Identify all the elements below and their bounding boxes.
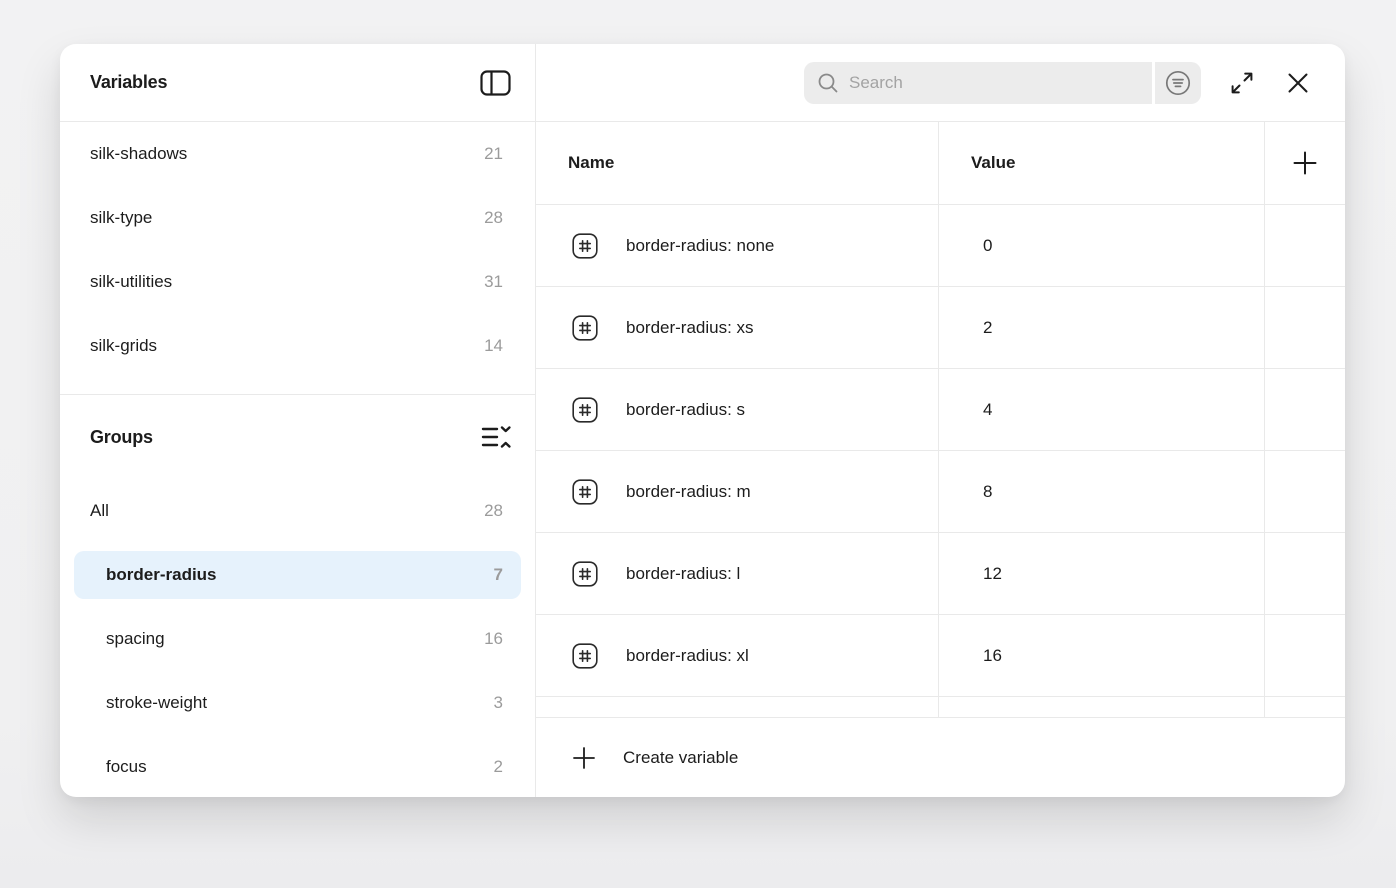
close-icon [1286,71,1310,95]
variable-value-cell[interactable]: 0 [938,205,1264,286]
group-item-stroke-weight[interactable]: stroke-weight 3 [74,679,521,727]
collection-label: silk-utilities [90,272,172,292]
plus-icon [1292,150,1318,176]
collection-item-silk-shadows[interactable]: silk-shadows 21 [74,130,521,178]
hash-variable-icon [572,315,598,341]
search-group [804,62,1201,104]
variables-table-body: border-radius: none 0 borde [536,205,1345,717]
collections-list: silk-shadows 21 silk-type 28 silk-utilit… [60,122,535,378]
close-button[interactable] [1283,68,1313,98]
collapse-groups-button[interactable] [481,424,511,450]
variable-value: 12 [983,564,1002,584]
group-item-focus[interactable]: focus 2 [74,743,521,791]
main-header [536,44,1345,122]
group-count: 3 [494,693,503,713]
table-row[interactable]: border-radius: m 8 [536,451,1345,533]
column-header-value: Value [938,122,1264,204]
group-item-spacing[interactable]: spacing 16 [74,615,521,663]
variables-main-panel: Name Value [536,44,1345,797]
variable-name: border-radius: none [626,236,774,256]
add-variable-button[interactable] [1292,150,1318,176]
collection-count: 21 [484,144,503,164]
variable-value-cell[interactable]: 2 [938,287,1264,368]
variable-value-cell[interactable]: 12 [938,533,1264,614]
collection-item-silk-grids[interactable]: silk-grids 14 [74,322,521,370]
collection-count: 31 [484,272,503,292]
group-label: stroke-weight [106,693,207,713]
group-label: border-radius [106,565,217,585]
panel-left-icon [480,70,511,96]
table-row[interactable]: border-radius: l 12 [536,533,1345,615]
variables-sidebar: Variables silk-shadows 21 silk-type 28 [60,44,536,797]
collection-count: 28 [484,208,503,228]
groups-title: Groups [90,427,153,448]
search-icon [817,72,839,94]
group-item-all[interactable]: All 28 [74,487,521,535]
table-row[interactable]: border-radius: xs 2 [536,287,1345,369]
variable-value-cell[interactable]: 8 [938,451,1264,532]
variable-value-cell[interactable]: 16 [938,615,1264,696]
filter-icon [1165,70,1191,96]
variable-name: border-radius: xs [626,318,754,338]
hash-variable-icon [572,479,598,505]
group-label: focus [106,757,147,777]
panel-title: Variables [90,72,167,93]
group-count: 7 [494,565,503,585]
collection-label: silk-type [90,208,152,228]
create-variable-label: Create variable [623,748,738,768]
collection-item-silk-type[interactable]: silk-type 28 [74,194,521,242]
sidebar-header: Variables [60,44,535,122]
variable-name: border-radius: s [626,400,745,420]
table-row[interactable]: border-radius: none 0 [536,205,1345,287]
variable-name: border-radius: l [626,564,740,584]
expand-icon [1228,69,1256,97]
group-count: 28 [484,501,503,521]
search-input[interactable] [849,73,1140,93]
variable-value: 8 [983,482,992,502]
variable-value: 2 [983,318,992,338]
variables-dialog: Variables silk-shadows 21 silk-type 28 [60,44,1345,797]
collection-label: silk-shadows [90,144,187,164]
table-header-row: Name Value [536,122,1345,205]
search-field[interactable] [804,62,1152,104]
hash-variable-icon [572,643,598,669]
collapse-list-icon [481,424,511,450]
plus-icon [572,746,596,770]
variable-value: 0 [983,236,992,256]
filter-button[interactable] [1155,62,1201,104]
collection-count: 14 [484,336,503,356]
variable-value-cell[interactable]: 4 [938,369,1264,450]
expand-button[interactable] [1227,68,1257,98]
collection-item-silk-utilities[interactable]: silk-utilities 31 [74,258,521,306]
toggle-sidebar-button[interactable] [480,70,511,96]
group-item-border-radius[interactable]: border-radius 7 [74,551,521,599]
table-row[interactable]: border-radius: xl 16 [536,615,1345,697]
variable-value: 16 [983,646,1002,666]
collection-label: silk-grids [90,336,157,356]
variable-name: border-radius: m [626,482,751,502]
hash-variable-icon [572,561,598,587]
table-row[interactable]: border-radius: s 4 [536,369,1345,451]
group-label: All [90,501,109,521]
variable-value: 4 [983,400,992,420]
groups-list: All 28 border-radius 7 spacing 16 stroke… [60,479,535,797]
table-footer: Create variable [536,717,1345,797]
variable-name: border-radius: xl [626,646,749,666]
group-count: 16 [484,629,503,649]
group-count: 2 [494,757,503,777]
group-label: spacing [106,629,165,649]
groups-header: Groups [60,395,535,479]
hash-variable-icon [572,397,598,423]
table-row-partial [536,697,1345,717]
create-variable-button[interactable]: Create variable [536,746,738,770]
column-header-name: Name [536,122,938,204]
hash-variable-icon [572,233,598,259]
